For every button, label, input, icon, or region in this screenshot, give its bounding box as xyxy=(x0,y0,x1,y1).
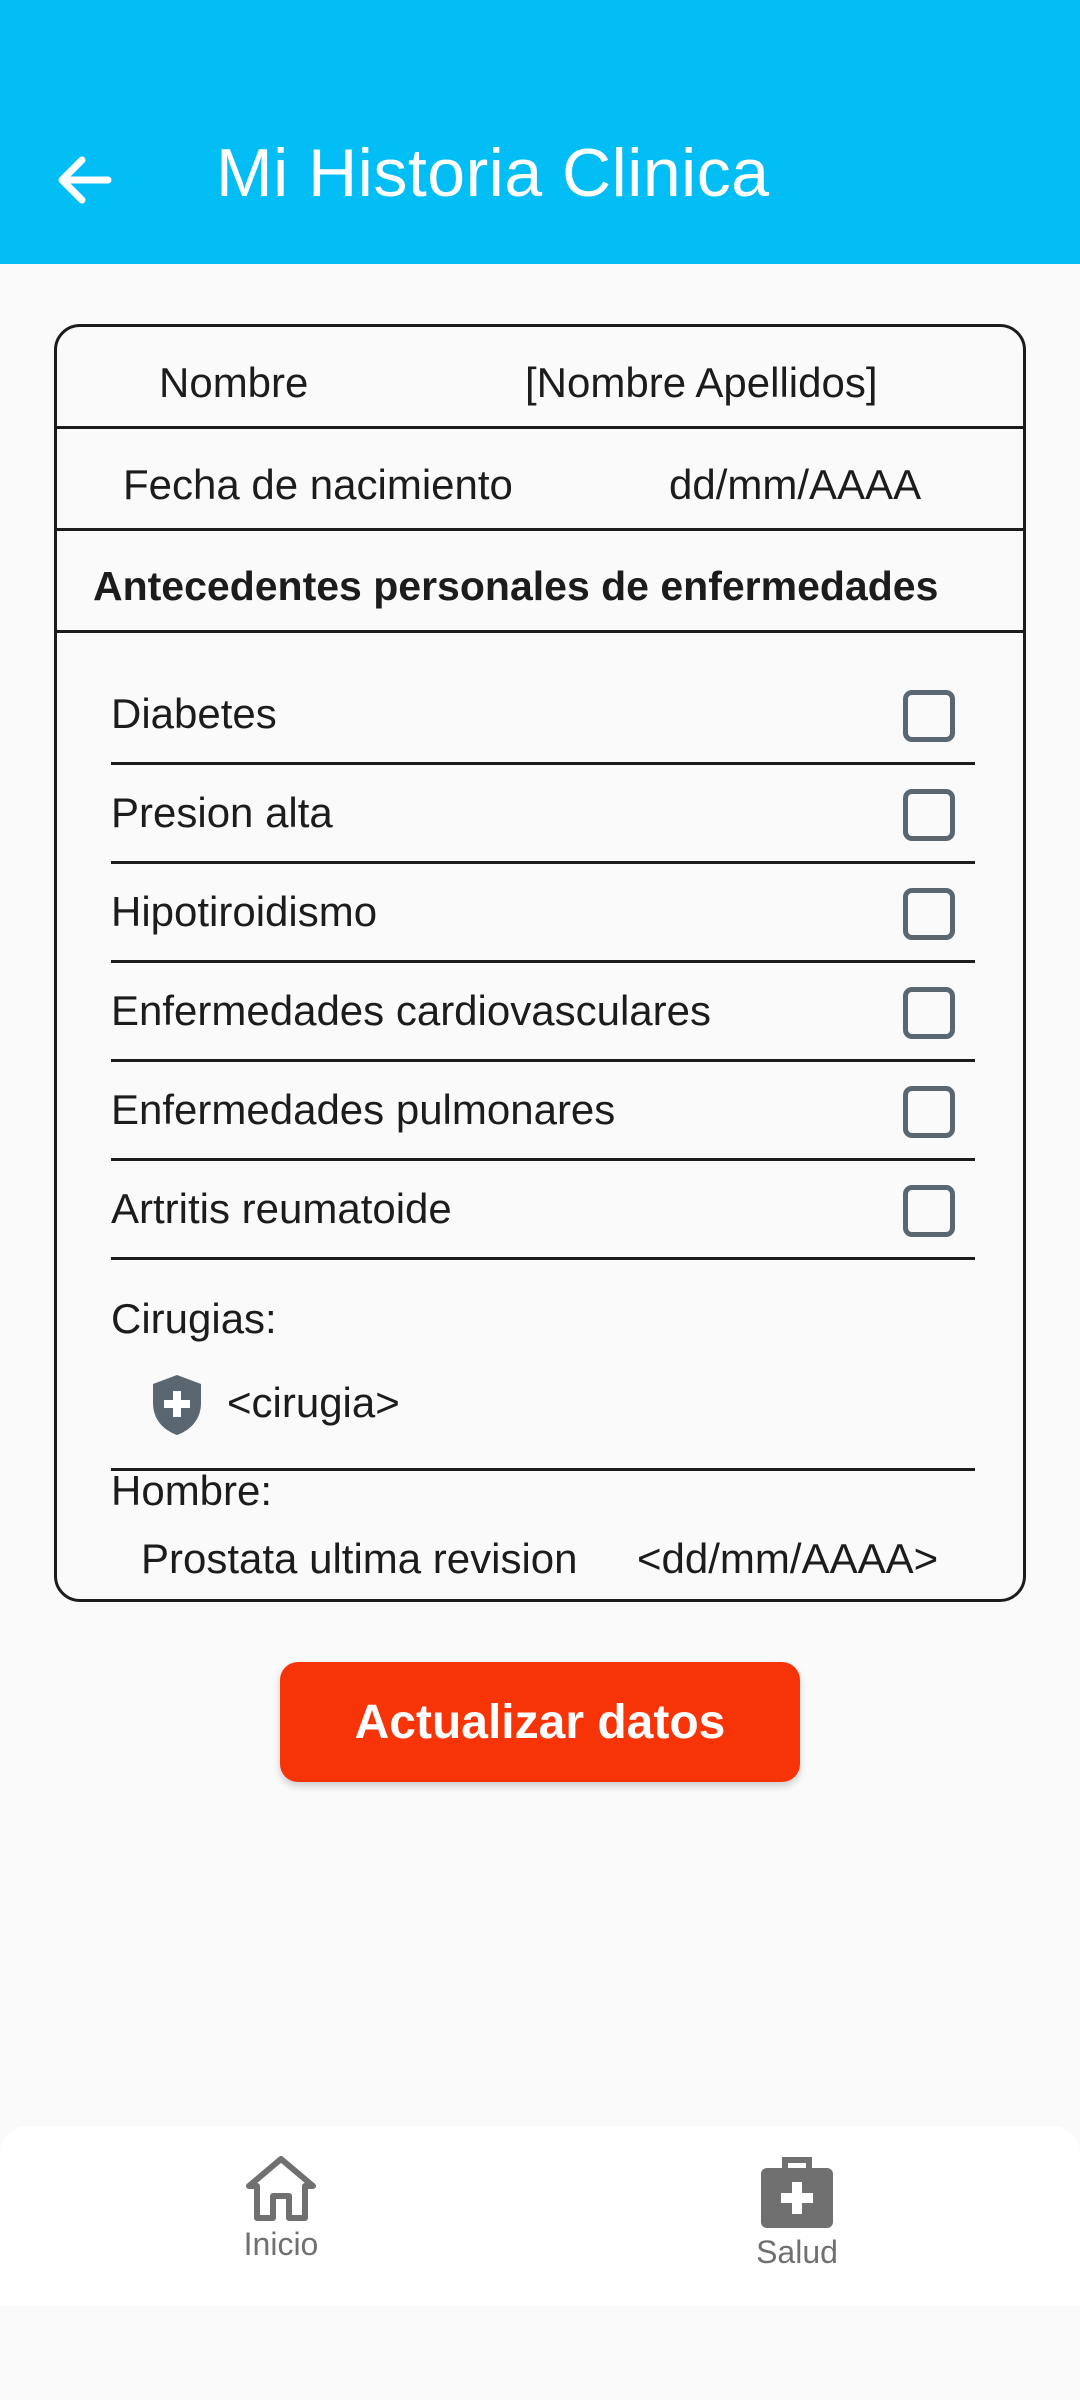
prostate-date: <dd/mm/AAAA> xyxy=(637,1535,939,1582)
nav-label-salud: Salud xyxy=(756,2234,838,2270)
surgeries-label: Cirugias: xyxy=(111,1295,277,1342)
section-title: Antecedentes personales de enfermedades xyxy=(93,563,939,609)
nav-label-inicio: Inicio xyxy=(243,2226,319,2262)
surgery-item[interactable]: <cirugia> xyxy=(111,1351,975,1471)
bottom-navigation: Inicio Salud xyxy=(0,2126,1080,2306)
pulmonares-checkbox[interactable] xyxy=(903,1086,955,1138)
name-value: [Nombre Apellidos] xyxy=(525,359,878,406)
condition-row-artritis: Artritis reumatoide xyxy=(111,1161,975,1260)
man-label: Hombre: xyxy=(111,1467,273,1514)
shield-plus-icon xyxy=(153,1375,201,1435)
medical-bag-icon xyxy=(761,2157,833,2228)
condition-label: Enfermedades cardiovasculares xyxy=(111,987,711,1034)
condition-label: Enfermedades pulmonares xyxy=(111,1086,616,1133)
condition-label: Diabetes xyxy=(111,690,277,737)
birthdate-value: dd/mm/AAAA xyxy=(669,461,922,508)
presion-alta-checkbox[interactable] xyxy=(903,789,955,841)
nav-item-inicio[interactable]: Inicio xyxy=(181,2154,381,2284)
back-button[interactable] xyxy=(44,140,124,220)
hipotiroidismo-checkbox[interactable] xyxy=(903,888,955,940)
cardiovasculares-checkbox[interactable] xyxy=(903,987,955,1039)
condition-row-hipotiroidismo: Hipotiroidismo xyxy=(111,864,975,963)
birthdate-label: Fecha de nacimiento xyxy=(123,461,513,508)
condition-row-presion-alta: Presion alta xyxy=(111,765,975,864)
section-header: Antecedentes personales de enfermedades xyxy=(57,531,1023,633)
condition-row-pulmonares: Enfermedades pulmonares xyxy=(111,1062,975,1161)
condition-label: Artritis reumatoide xyxy=(111,1185,452,1232)
home-icon xyxy=(246,2156,316,2221)
condition-row-diabetes: Diabetes xyxy=(111,666,975,765)
name-label: Nombre xyxy=(159,359,309,406)
page-title: Mi Historia Clinica xyxy=(216,135,770,211)
nav-item-salud[interactable]: Salud xyxy=(697,2154,897,2284)
condition-row-cardiovasculares: Enfermedades cardiovasculares xyxy=(111,963,975,1062)
condition-label: Hipotiroidismo xyxy=(111,888,378,935)
arrow-left-icon xyxy=(58,156,112,204)
surgery-value: <cirugia> xyxy=(227,1379,400,1426)
prostate-label: Prostata ultima revision xyxy=(141,1535,578,1582)
diabetes-checkbox[interactable] xyxy=(903,690,955,742)
artritis-checkbox[interactable] xyxy=(903,1185,955,1237)
condition-label: Presion alta xyxy=(111,789,333,836)
name-row: Nombre [Nombre Apellidos] xyxy=(57,327,1023,429)
medical-history-card: Nombre [Nombre Apellidos] Fecha de nacim… xyxy=(54,324,1026,1602)
update-data-button[interactable]: Actualizar datos xyxy=(280,1662,800,1782)
birthdate-row: Fecha de nacimiento dd/mm/AAAA xyxy=(57,429,1023,531)
app-bar: Mi Historia Clinica xyxy=(0,0,1080,264)
